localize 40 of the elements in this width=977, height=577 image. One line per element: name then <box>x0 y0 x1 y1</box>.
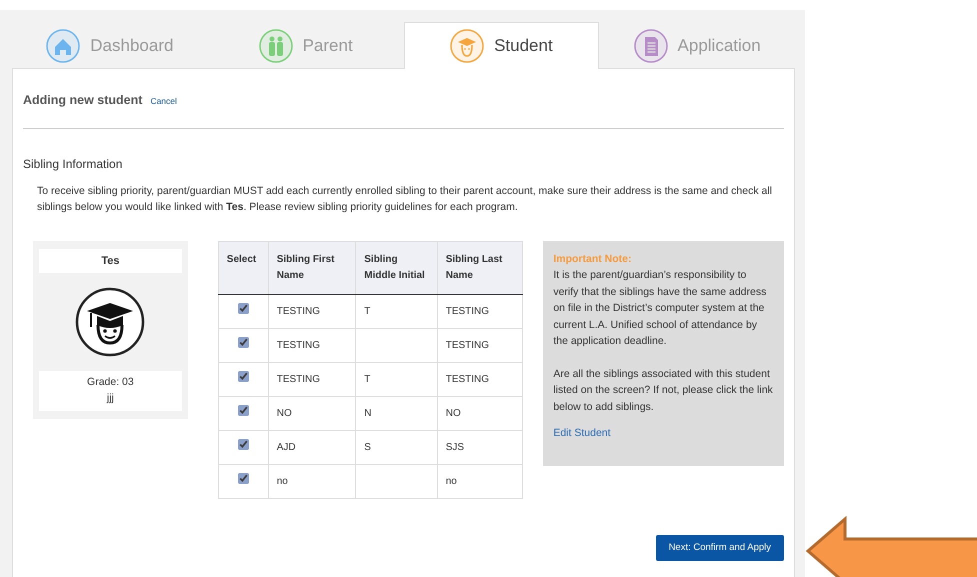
table-cell: T <box>356 362 438 396</box>
table-cell: SJS <box>437 430 523 464</box>
cancel-link[interactable]: Cancel <box>150 95 177 108</box>
column-header: Sibling Middle Initial <box>356 241 438 294</box>
nav-tab[interactable]: Student <box>404 22 600 69</box>
table-cell: TESTING <box>437 362 523 396</box>
table-cell: no <box>268 464 356 498</box>
select-checkbox[interactable] <box>238 439 249 450</box>
select-checkbox[interactable] <box>238 405 249 416</box>
note-text: It is the parent/guardian’s responsibility to verify that the siblings have the same address on file in the District’s computer system at the current L.A. Unified school of attendance by the application deadline. <box>553 268 768 350</box>
table-cell: TESTING <box>437 328 523 362</box>
edit-student-link[interactable]: Edit Student <box>553 425 611 442</box>
table-cell: N <box>356 396 438 430</box>
table-cell: TESTING <box>437 294 523 328</box>
table-cell: no <box>437 464 523 498</box>
column-header: Sibling Last Name <box>437 241 523 294</box>
table-cell: NO <box>437 396 523 430</box>
grade-text: Grade: 03 <box>87 375 134 390</box>
select-checkbox[interactable] <box>238 303 249 314</box>
select-checkbox[interactable] <box>238 371 249 382</box>
select-checkbox[interactable] <box>238 473 249 484</box>
note-text: Are all the siblings associated with this student listed on the screen? If not, please click the link below to add siblings. <box>553 366 774 415</box>
column-header: Select <box>218 241 268 294</box>
student-link[interactable]: jjj <box>106 391 114 407</box>
table-cell: TESTING <box>268 294 356 328</box>
form-title: Adding new student <box>23 92 142 109</box>
table-cell: NO <box>268 396 356 430</box>
student-avatar-icon <box>75 287 146 358</box>
column-header: Sibling First Name <box>268 241 356 294</box>
table-cell: S <box>356 430 438 464</box>
table-cell: T <box>356 294 438 328</box>
next-button[interactable]: Next: Confirm and Apply <box>656 534 784 561</box>
table-cell: TESTING <box>268 328 356 362</box>
student-name: Tes <box>39 248 182 274</box>
select-checkbox[interactable] <box>238 337 249 348</box>
note-title: Important Note: <box>553 252 632 267</box>
table-cell: TESTING <box>268 362 356 396</box>
instructions-text: To receive sibling priority, parent/guardian MUST add each currently enrolled sibling to their parent account, make sure their address is the same and check all siblings below you would like linked with Tes. Please review sibling priority guidelines for each program. <box>37 184 773 215</box>
section-title: Sibling Information <box>23 156 124 173</box>
table-cell: AJD <box>268 430 356 464</box>
